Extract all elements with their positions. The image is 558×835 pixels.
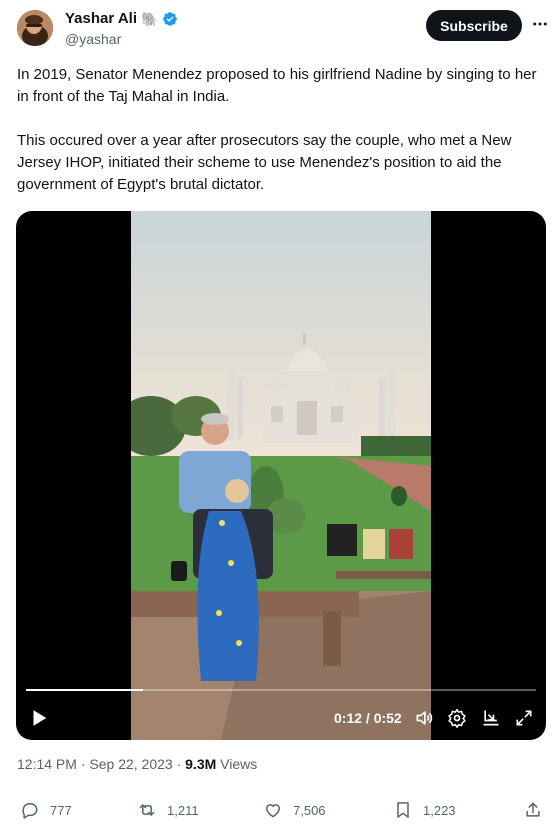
tweet-header: Yashar Ali 🐘 @yashar Subscribe (0, 0, 558, 56)
play-icon[interactable] (28, 707, 50, 729)
tweet-text: In 2019, Senator Menendez proposed to hi… (17, 64, 542, 196)
author-name-row: Yashar Ali 🐘 (65, 10, 178, 27)
reply-button[interactable]: 777 (20, 800, 72, 820)
video-time: 0:12 / 0:52 (334, 710, 402, 726)
views-count: 9.3M (185, 756, 217, 772)
views-label: Views (220, 756, 258, 772)
bookmark-icon (397, 802, 409, 818)
tweet-actions-bar: 777 1,211 7,506 1,223 (0, 800, 558, 826)
bookmark-count: 1,223 (423, 802, 456, 818)
repost-count: 1,211 (167, 802, 199, 818)
tweet-time[interactable]: 12:14 PM (17, 756, 77, 772)
repost-button[interactable]: 1,211 (137, 800, 199, 820)
picture-in-picture-icon[interactable] (481, 708, 501, 728)
video-still-image (131, 211, 431, 740)
meta-separator: · (176, 756, 182, 772)
avatar[interactable] (17, 10, 53, 46)
more-options-icon[interactable] (530, 14, 550, 34)
video-progress-fill (26, 689, 144, 691)
reply-count: 777 (50, 802, 72, 818)
heart-icon (266, 804, 280, 818)
share-button[interactable] (523, 800, 543, 820)
tweet-date[interactable]: Sep 22, 2023 (89, 756, 172, 772)
author-name[interactable]: Yashar Ali (65, 10, 137, 27)
settings-gear-icon[interactable] (447, 708, 467, 728)
volume-icon[interactable] (414, 708, 434, 728)
repost-icon (139, 804, 155, 816)
video-frame (131, 211, 431, 740)
like-count: 7,506 (293, 802, 326, 818)
meta-separator: · (80, 756, 86, 772)
tweet-paragraph: In 2019, Senator Menendez proposed to hi… (17, 66, 537, 105)
elephant-emoji: 🐘 (140, 10, 159, 27)
reply-icon (22, 803, 38, 819)
author-handle[interactable]: @yashar (65, 31, 121, 47)
verified-badge-icon (163, 11, 178, 26)
tweet-metadata: 12:14 PM · Sep 22, 2023 · 9.3M Views (17, 756, 257, 772)
video-progress-track[interactable] (26, 689, 536, 691)
bookmark-button[interactable]: 1,223 (393, 800, 456, 820)
video-player[interactable]: 0:12 / 0:52 (16, 211, 546, 740)
fullscreen-icon[interactable] (514, 708, 534, 728)
share-icon (526, 802, 540, 817)
tweet-paragraph: This occured over a year after prosecuto… (17, 132, 512, 193)
avatar-image (17, 10, 53, 46)
like-button[interactable]: 7,506 (263, 800, 326, 820)
subscribe-button[interactable]: Subscribe (426, 10, 522, 41)
